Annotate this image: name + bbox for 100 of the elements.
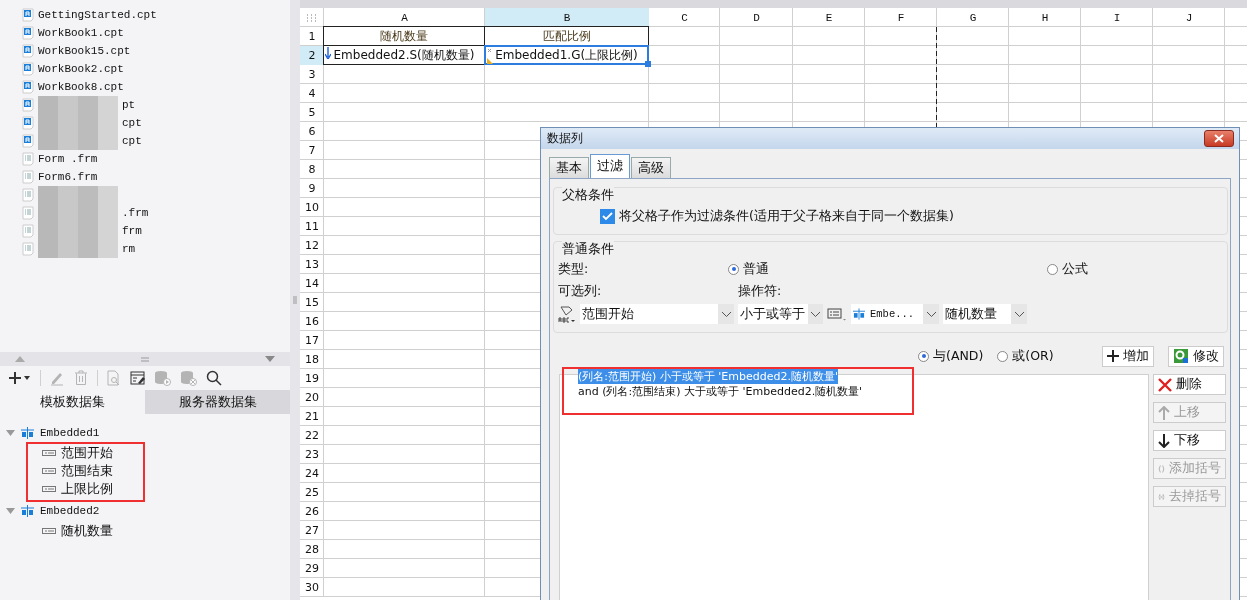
add-button[interactable]: 增加 — [1102, 345, 1154, 367]
row-header[interactable]: 18 — [300, 350, 324, 369]
dataset-name[interactable]: Embedded1 — [40, 427, 100, 439]
table-cell[interactable]: Embedded2.S(随机数量) — [323, 45, 485, 65]
dataset-name[interactable]: Embedded2 — [40, 505, 100, 517]
row-header[interactable]: 11 — [300, 217, 324, 236]
table-edit-icon[interactable] — [130, 370, 146, 386]
file-name[interactable]: pt — [122, 99, 136, 111]
row-header[interactable]: 5 — [300, 103, 324, 122]
condition-item[interactable]: and (列名:范围结束) 大于或等于 'Embedded2.随机数量' — [578, 384, 863, 399]
radio-label[interactable]: 公式 — [1062, 260, 1088, 278]
radio-label[interactable]: 普通 — [743, 260, 769, 278]
tab[interactable]: 基本 — [549, 157, 589, 178]
row-header[interactable]: 21 — [300, 407, 324, 426]
delete-button[interactable]: 删除 — [1153, 374, 1226, 395]
row-header[interactable]: 26 — [300, 502, 324, 521]
row-header[interactable]: 23 — [300, 445, 324, 464]
column-header[interactable]: G — [937, 8, 1009, 27]
file-name[interactable]: WorkBook8.cpt — [38, 81, 124, 93]
radio-button[interactable] — [918, 350, 929, 362]
radio-label[interactable]: 与(AND) — [933, 347, 984, 365]
drag-handle-icon[interactable] — [141, 356, 149, 362]
row-header[interactable]: 3 — [300, 65, 324, 84]
row-header[interactable]: 30 — [300, 578, 324, 597]
row-header[interactable]: 13 — [300, 255, 324, 274]
row-header[interactable]: 12 — [300, 236, 324, 255]
row-header[interactable]: 8 — [300, 160, 324, 179]
radio-label[interactable]: 或(OR) — [1012, 347, 1054, 365]
select-all-icon[interactable] — [306, 13, 318, 22]
file-name[interactable]: GettingStarted.cpt — [38, 9, 157, 21]
column-header[interactable]: H — [1009, 8, 1081, 27]
field-name[interactable]: 范围开始 — [61, 444, 113, 462]
row-header[interactable]: 29 — [300, 559, 324, 578]
field-dropdown[interactable]: 随机数量 — [943, 304, 1027, 324]
file-name[interactable]: Form .frm — [38, 153, 98, 165]
tab[interactable]: 高级 — [631, 157, 671, 178]
column-header[interactable]: C — [649, 8, 720, 27]
down-button[interactable]: 下移 — [1153, 430, 1226, 451]
file-name[interactable]: .frm — [122, 207, 149, 219]
row-header[interactable]: 28 — [300, 540, 324, 559]
field-name[interactable]: 上限比例 — [61, 480, 113, 498]
checkbox-label[interactable]: 将父格子作为过滤条件(适用于父子格来自于同一个数据集) — [619, 208, 954, 225]
operator-dropdown[interactable]: 小于或等于 — [738, 304, 823, 324]
row-header[interactable]: 27 — [300, 521, 324, 540]
radio-button[interactable] — [728, 263, 739, 275]
row-header[interactable]: 25 — [300, 483, 324, 502]
checkbox[interactable] — [600, 209, 615, 224]
file-name[interactable]: Form6.frm — [38, 171, 98, 183]
row-header[interactable]: 2 — [300, 46, 324, 65]
radio-button[interactable] — [997, 350, 1009, 362]
table-cell[interactable]: 随机数量 — [323, 26, 485, 46]
file-name[interactable]: cpt — [122, 135, 142, 147]
column-header[interactable]: A — [324, 8, 485, 27]
row-header[interactable]: 9 — [300, 179, 324, 198]
modify-button[interactable]: 修改 — [1168, 345, 1224, 367]
table-cell[interactable]: Embedded1.G(上限比例) — [484, 45, 649, 65]
row-header[interactable]: 15 — [300, 293, 324, 312]
table-cell[interactable]: 匹配比例 — [484, 26, 649, 46]
row-header[interactable]: 14 — [300, 274, 324, 293]
close-button[interactable] — [1204, 130, 1234, 147]
dataset-dropdown[interactable]: Embe... — [851, 304, 939, 324]
column-header[interactable]: I — [1081, 8, 1153, 27]
column-header[interactable]: D — [720, 8, 793, 27]
expand-caret-icon[interactable] — [6, 430, 15, 436]
collapse-down-icon[interactable] — [265, 356, 275, 362]
list-type-icon[interactable] — [827, 307, 847, 321]
radio-button[interactable] — [1047, 263, 1058, 275]
column-dropdown[interactable]: 范围开始 — [580, 304, 734, 324]
field-name[interactable]: 随机数量 — [61, 522, 113, 540]
add-icon[interactable] — [8, 370, 32, 386]
window-title: 数据列 — [547, 130, 583, 147]
drag-handle-icon[interactable] — [293, 296, 297, 304]
field-name[interactable]: 范围结束 — [61, 462, 113, 480]
column-header[interactable]: F — [865, 8, 937, 27]
row-header[interactable]: 24 — [300, 464, 324, 483]
dataset-tab[interactable]: 服务器数据集 — [145, 390, 290, 414]
text-type-icon[interactable] — [558, 305, 576, 323]
row-header[interactable]: 20 — [300, 388, 324, 407]
file-name[interactable]: rm — [122, 243, 136, 255]
row-header[interactable]: 22 — [300, 426, 324, 445]
row-header[interactable]: 19 — [300, 369, 324, 388]
tab[interactable]: 过滤 — [590, 154, 630, 178]
file-name[interactable]: cpt — [122, 117, 142, 129]
fill-handle[interactable] — [645, 61, 651, 67]
file-name[interactable]: frm — [122, 225, 142, 237]
row-header[interactable]: 4 — [300, 84, 324, 103]
file-name[interactable]: WorkBook15.cpt — [38, 45, 131, 57]
file-name[interactable]: WorkBook1.cpt — [38, 27, 124, 39]
row-header[interactable]: 6 — [300, 122, 324, 141]
row-header[interactable]: 7 — [300, 141, 324, 160]
row-header[interactable]: 16 — [300, 312, 324, 331]
expand-caret-icon[interactable] — [6, 508, 15, 514]
row-header[interactable]: 1 — [300, 27, 324, 46]
search-icon[interactable] — [206, 370, 222, 386]
collapse-up-icon[interactable] — [15, 356, 25, 362]
column-header[interactable]: E — [793, 8, 865, 27]
column-header[interactable]: J — [1153, 8, 1225, 27]
file-name[interactable]: WorkBook2.cpt — [38, 63, 124, 75]
row-header[interactable]: 17 — [300, 331, 324, 350]
row-header[interactable]: 10 — [300, 198, 324, 217]
